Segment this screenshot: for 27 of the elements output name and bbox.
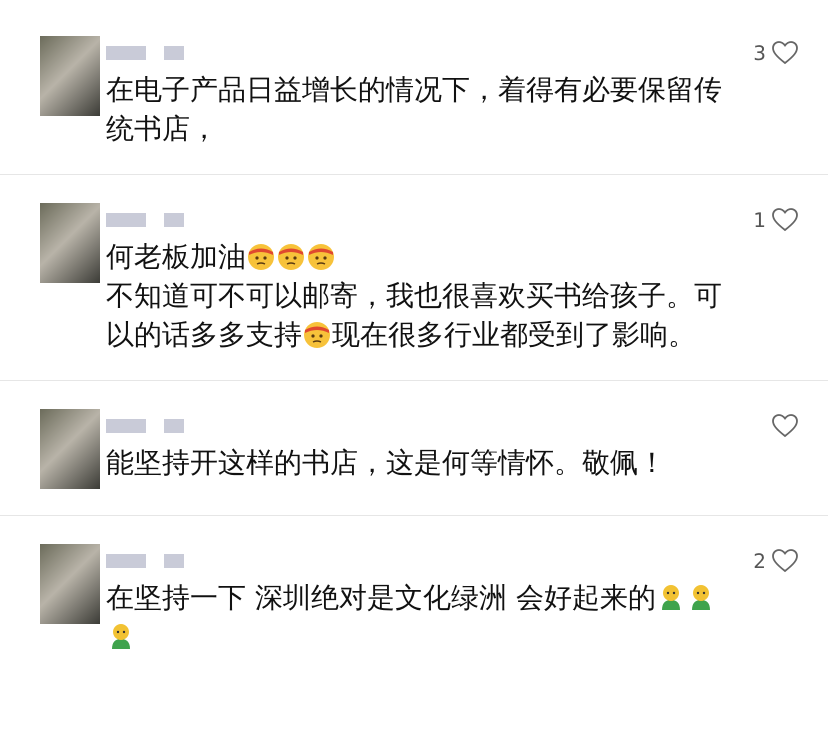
blurred-username	[164, 554, 184, 568]
heart-icon[interactable]	[772, 414, 798, 438]
comment-text: 现在很多行业都受到了影响。	[332, 318, 696, 351]
blurred-username	[164, 213, 184, 227]
face-headband-icon	[302, 319, 332, 349]
face-headband-icon	[276, 241, 306, 271]
comment-text: 不知道可不可以邮寄，我也很喜欢买书给孩子。可	[106, 279, 722, 312]
like-count: 1	[753, 208, 766, 232]
heart-icon[interactable]	[772, 208, 798, 232]
comment-text: 在坚持一下 深圳绝对是文化绿洲 会好起来的	[106, 581, 656, 614]
comment-text: 何老板加油	[106, 240, 246, 273]
blurred-username	[164, 46, 184, 60]
blurred-username	[106, 419, 146, 433]
like-count: 3	[753, 41, 766, 65]
blurred-username	[106, 46, 146, 60]
face-headband-icon	[306, 241, 336, 271]
heart-icon[interactable]	[772, 549, 798, 573]
like-count: 2	[753, 549, 766, 573]
comment-text: 统书店，	[106, 112, 218, 145]
blurred-username	[106, 554, 146, 568]
face-headband-icon	[246, 241, 276, 271]
comment-text: 能坚持开这样的书店，这是何等情怀。敬佩！	[106, 446, 666, 479]
blurred-username	[106, 213, 146, 227]
heart-icon[interactable]	[772, 41, 798, 65]
comment-text: 以的话多多支持	[106, 318, 302, 351]
comment-text: 在电子产品日益增长的情况下，着得有必要保留传	[106, 73, 722, 106]
blurred-username	[164, 419, 184, 433]
